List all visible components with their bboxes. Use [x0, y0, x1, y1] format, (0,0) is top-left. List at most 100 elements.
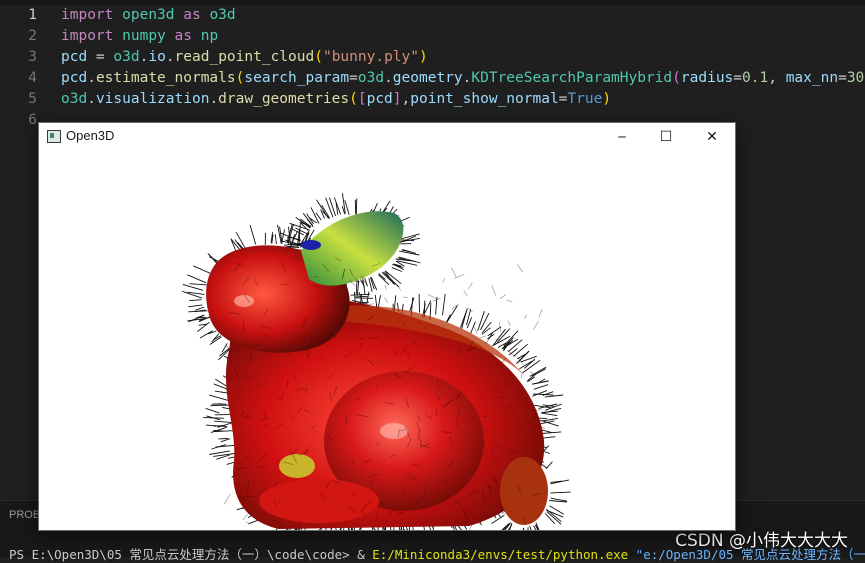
normal-line [214, 421, 232, 423]
normal-line [471, 322, 476, 334]
maximize-button[interactable]: ☐ [643, 123, 689, 151]
normal-streak [539, 309, 542, 317]
normal-line [213, 454, 235, 457]
normal-streak [506, 300, 513, 302]
code-text: import open3d as o3d [61, 5, 236, 26]
normal-line [497, 329, 510, 343]
normal-streak [468, 283, 473, 290]
close-button[interactable]: ✕ [689, 123, 735, 151]
normal-streak [452, 268, 457, 277]
normal-line [541, 413, 557, 416]
normal-line [189, 300, 201, 301]
normal-line [187, 275, 206, 283]
normal-line [544, 408, 561, 413]
normal-line [329, 198, 335, 216]
minimize-button[interactable]: ─ [599, 123, 645, 151]
render-viewport[interactable] [39, 151, 735, 530]
normal-line [182, 291, 202, 298]
line-number: 3 [0, 47, 37, 68]
bunny-highlight-head [234, 295, 254, 307]
normal-streak [517, 265, 523, 272]
open3d-app-icon [47, 130, 61, 143]
terminal-amp: & [357, 547, 372, 562]
normal-line [542, 418, 558, 421]
code-text: o3d.visualization.draw_geometries([pcd],… [61, 89, 611, 110]
normal-line [527, 527, 528, 530]
normal-line [443, 294, 446, 315]
normal-line [462, 310, 467, 328]
normal-streak [530, 372, 534, 375]
line-number: 1 [0, 5, 37, 26]
normal-line [197, 322, 209, 331]
normal-line [214, 384, 227, 389]
normal-streak [224, 494, 230, 504]
normal-line [530, 367, 546, 376]
normal-line [356, 199, 357, 216]
normal-streak [464, 290, 468, 296]
normal-line [532, 391, 547, 397]
normal-streak [533, 321, 538, 330]
normal-line [545, 395, 563, 397]
bunny-ear-tip [301, 240, 321, 250]
normal-streak [486, 337, 490, 345]
normal-line [532, 369, 546, 376]
normal-line [523, 528, 527, 530]
normal-streak [246, 522, 249, 525]
code-text: pcd = o3d.io.read_point_cloud("bunny.ply… [61, 47, 428, 68]
normal-line [206, 408, 220, 413]
normal-line [355, 296, 368, 297]
normal-line [188, 305, 202, 307]
normal-line [357, 280, 358, 296]
line-number: 6 [0, 110, 37, 131]
terminal-exe-path: E:/Miniconda3/envs/test/python.exe [372, 547, 628, 562]
window-titlebar[interactable]: Open3D ─ ☐ ✕ [39, 123, 735, 151]
normal-line [351, 294, 370, 295]
normal-line [190, 284, 208, 285]
normal-streak [508, 321, 510, 326]
normal-line [275, 234, 276, 244]
normal-line [203, 418, 224, 419]
line-number: 4 [0, 68, 37, 89]
normal-streak [243, 512, 250, 520]
window-title: Open3D [66, 128, 114, 143]
normal-line [467, 309, 471, 325]
normal-line [209, 395, 229, 401]
line-number: 2 [0, 26, 37, 47]
normal-line [216, 445, 237, 447]
normal-line [213, 430, 222, 431]
normal-streak [492, 285, 496, 295]
terminal-prompt: PS E:\Open3D\05 常见点云处理方法（一）\code\code> [9, 547, 357, 562]
normal-streak [496, 339, 500, 340]
normal-line [193, 266, 212, 274]
normal-streak [398, 286, 400, 291]
normal-line [550, 492, 570, 493]
normal-line [447, 306, 457, 322]
normal-line [534, 385, 548, 390]
normal-line [200, 331, 213, 338]
normal-streak [500, 295, 506, 299]
normal-streak [521, 374, 522, 378]
normal-line [183, 284, 203, 290]
normal-line [250, 225, 256, 244]
code-text: pcd.estimate_normals(search_param=o3d.ge… [61, 68, 865, 89]
normal-line [210, 405, 230, 406]
normal-line [481, 313, 489, 330]
normal-streak [428, 294, 438, 300]
normal-streak [474, 326, 478, 334]
open3d-window[interactable]: Open3D ─ ☐ ✕ [38, 122, 736, 531]
normal-streak [385, 298, 389, 303]
normal-line [209, 451, 230, 455]
normal-streak [443, 278, 445, 282]
normal-streak [480, 336, 486, 338]
bunny-foot [259, 479, 379, 523]
normal-line [356, 279, 357, 294]
normal-line [392, 528, 394, 531]
bunny-tail [500, 457, 548, 525]
code-text: import numpy as np [61, 26, 218, 47]
normal-streak [403, 297, 408, 298]
bunny-front-paw [279, 454, 315, 478]
normal-line [546, 462, 552, 469]
normal-line [425, 301, 431, 313]
normal-line [195, 307, 204, 310]
normal-streak [386, 285, 387, 290]
